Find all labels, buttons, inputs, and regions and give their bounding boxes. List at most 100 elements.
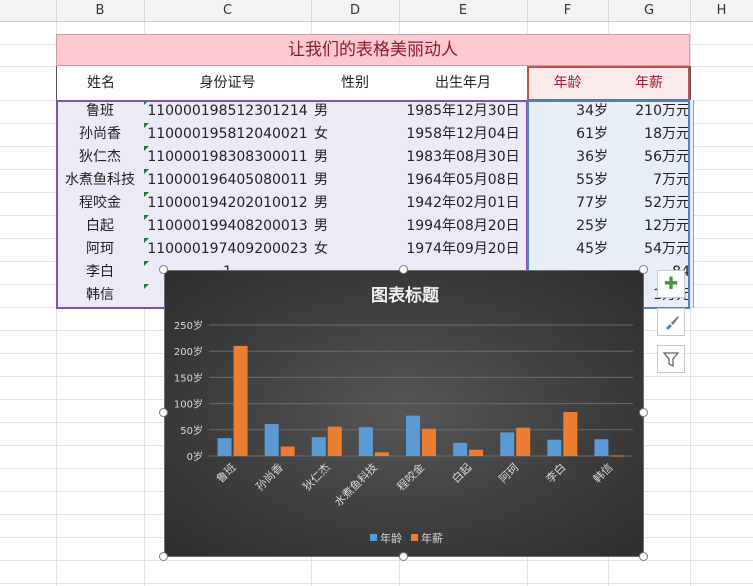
resize-handle[interactable]: [159, 552, 168, 561]
header-id-number[interactable]: 身份证号: [144, 66, 312, 101]
chart-elements-button[interactable]: ✚: [657, 270, 685, 298]
cell-text: 55岁: [576, 172, 608, 188]
text-number-indicator-icon: [144, 284, 149, 289]
age-cell[interactable]: 55岁: [527, 169, 612, 193]
resize-handle[interactable]: [639, 552, 648, 561]
bar-age: [453, 442, 468, 456]
salary-cell[interactable]: 12万元: [608, 215, 694, 239]
name-cell[interactable]: 程咬金: [56, 192, 145, 216]
column-header-f[interactable]: F: [527, 0, 609, 22]
salary-cell[interactable]: 7万元: [608, 169, 694, 193]
column-header-g[interactable]: G: [608, 0, 691, 22]
x-tick-label: 水煮鱼科技: [331, 460, 380, 509]
cell-text: 程咬金: [79, 195, 121, 211]
gender-cell[interactable]: 女: [311, 123, 403, 147]
column-header-c[interactable]: C: [144, 0, 312, 22]
cell-text: 1942年02月01日: [406, 195, 520, 211]
birthdate-cell[interactable]: 1964年05月08日: [399, 169, 528, 193]
gender-cell[interactable]: 女: [311, 238, 403, 262]
cell-text: 54万元: [644, 241, 690, 257]
column-header-e[interactable]: E: [399, 0, 528, 22]
birthdate-cell[interactable]: 1974年09月20日: [399, 238, 528, 262]
age-cell[interactable]: 34岁: [527, 100, 612, 124]
column-header-b[interactable]: B: [56, 0, 145, 22]
table-row: 鲁班 110000198512301214 男 1985年12月30日 34岁 210万元: [0, 100, 753, 124]
cell-text: 7万元: [653, 172, 690, 188]
id-cell[interactable]: 110000197409200023: [144, 238, 312, 262]
birthdate-cell[interactable]: 1942年02月01日: [399, 192, 528, 216]
bar-salary: [610, 455, 625, 457]
id-cell[interactable]: 110000195812040021: [144, 123, 312, 147]
gender-cell[interactable]: 男: [311, 169, 403, 193]
cell-text: 110000196405080011: [147, 172, 308, 188]
id-cell[interactable]: 110000194202010012: [144, 192, 312, 216]
name-cell[interactable]: 阿珂: [56, 238, 145, 262]
header-birthdate[interactable]: 出生年月: [399, 66, 528, 101]
birthdate-cell[interactable]: 1994年08月20日: [399, 215, 528, 239]
name-cell[interactable]: 狄仁杰: [56, 146, 145, 170]
gender-cell[interactable]: 男: [311, 215, 403, 239]
birthdate-cell[interactable]: 1958年12月04日: [399, 123, 528, 147]
cell-text: 鲁班: [86, 103, 114, 119]
resize-handle[interactable]: [639, 265, 648, 274]
salary-cell[interactable]: 18万元: [608, 123, 694, 147]
name-cell[interactable]: 李白: [56, 261, 145, 285]
resize-handle[interactable]: [159, 265, 168, 274]
age-cell[interactable]: 61岁: [527, 123, 612, 147]
header-salary[interactable]: 年薪: [608, 66, 691, 101]
table-row: 程咬金 110000194202010012 男 1942年02月01日 77岁 52万元: [0, 192, 753, 216]
bar-salary: [516, 427, 531, 456]
column-header-d[interactable]: D: [311, 0, 400, 22]
name-cell[interactable]: 水煮鱼科技: [56, 169, 145, 193]
id-cell[interactable]: 110000198308300011: [144, 146, 312, 170]
age-cell[interactable]: 25岁: [527, 215, 612, 239]
age-cell[interactable]: 36岁: [527, 146, 612, 170]
cell-text: 白起: [86, 218, 114, 234]
salary-cell[interactable]: 52万元: [608, 192, 694, 216]
id-cell[interactable]: 110000199408200013: [144, 215, 312, 239]
gender-cell[interactable]: 男: [311, 100, 403, 124]
header-gender[interactable]: 性别: [311, 66, 400, 101]
id-cell[interactable]: 110000196405080011: [144, 169, 312, 193]
table-row: 阿珂 110000197409200023 女 1974年09月20日 45岁 54万元: [0, 238, 753, 262]
name-cell[interactable]: 白起: [56, 215, 145, 239]
cell-text: 56万元: [644, 149, 690, 165]
salary-cell[interactable]: 210万元: [608, 100, 694, 124]
resize-handle[interactable]: [399, 552, 408, 561]
cell-text: 110000198512301214: [147, 103, 308, 119]
x-tick-label: 鲁班: [213, 460, 238, 485]
bar-salary: [327, 426, 342, 456]
text-number-indicator-icon: [144, 238, 149, 243]
header-name[interactable]: 姓名: [56, 66, 146, 101]
birthdate-cell[interactable]: 1985年12月30日: [399, 100, 528, 124]
header-age[interactable]: 年龄: [527, 66, 609, 101]
table-row: 白起 110000199408200013 男 1994年08月20日 25岁 12万元: [0, 215, 753, 239]
cell-text: 110000194202010012: [147, 195, 308, 211]
chart-styles-button[interactable]: [657, 308, 685, 336]
resize-handle[interactable]: [159, 408, 168, 417]
cell-text: 1983年08月30日: [406, 149, 520, 165]
salary-cell[interactable]: 56万元: [608, 146, 694, 170]
resize-handle[interactable]: [399, 265, 408, 274]
name-cell[interactable]: 孙尚香: [56, 123, 145, 147]
y-tick-label: 0岁: [187, 450, 203, 463]
chart-area[interactable]: 图表标题 0岁 50岁 100岁 150岁 200岁 250岁 鲁班 孙尚香 狄仁杰 水煮鱼科技 程咬…: [164, 270, 644, 557]
bar-age: [264, 424, 279, 456]
bar-age: [594, 439, 609, 456]
cell-text: 男: [314, 149, 328, 165]
salary-cell[interactable]: 54万元: [608, 238, 694, 262]
resize-handle[interactable]: [639, 408, 648, 417]
name-cell[interactable]: 韩信: [56, 284, 145, 308]
age-cell[interactable]: 77岁: [527, 192, 612, 216]
corner-cell[interactable]: [0, 0, 57, 22]
column-header-h[interactable]: H: [690, 0, 753, 22]
gender-cell[interactable]: 男: [311, 146, 403, 170]
table-title[interactable]: 让我们的表格美丽动人: [56, 34, 690, 66]
chart-filters-button[interactable]: [657, 345, 685, 373]
text-number-indicator-icon: [144, 261, 149, 266]
birthdate-cell[interactable]: 1983年08月30日: [399, 146, 528, 170]
age-cell[interactable]: 45岁: [527, 238, 612, 262]
gender-cell[interactable]: 男: [311, 192, 403, 216]
id-cell[interactable]: 110000198512301214: [144, 100, 312, 124]
name-cell[interactable]: 鲁班: [56, 100, 145, 124]
